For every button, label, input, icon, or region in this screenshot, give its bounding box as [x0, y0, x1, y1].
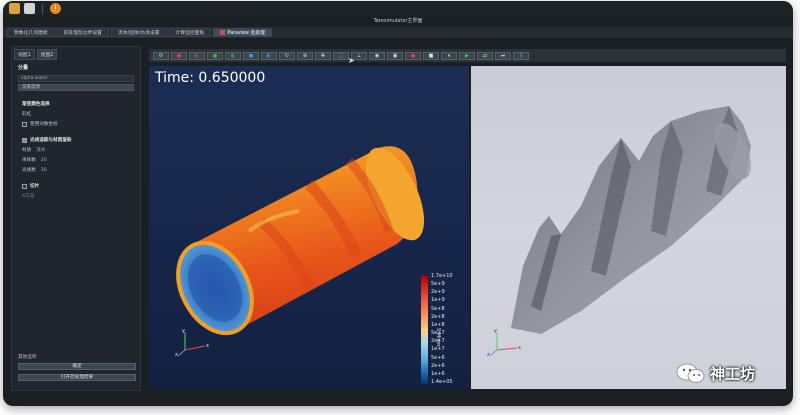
- slice-title: 切片: [30, 184, 40, 189]
- axis-x-label-right: x: [518, 345, 521, 351]
- record-icon[interactable]: ●: [405, 51, 421, 60]
- x-axis-view-icon[interactable]: ●: [171, 51, 187, 60]
- axis-y-label-right: y: [494, 328, 497, 334]
- info-icon[interactable]: !: [50, 3, 61, 14]
- z-neg-view-icon[interactable]: ◐: [261, 51, 277, 60]
- component-section-title: 分量: [18, 65, 29, 71]
- axis-y-label: y: [182, 328, 185, 334]
- stop-icon[interactable]: ■: [423, 51, 439, 60]
- rays-value[interactable]: 30: [41, 168, 47, 173]
- render-options-button[interactable]: 渲染选项: [18, 84, 134, 91]
- tab-paraview-label: Paraview 后处理: [227, 31, 265, 36]
- axes-gizmo-right: x y z: [487, 328, 521, 358]
- colorbar-tick: 5e+6: [431, 354, 445, 361]
- render-toolbar: ⟳ ● ◐ ● ◐ ● ◐ ↻ ⊕ ✥ ⬚ ⟂ ◉ ▣ ● ■ ⏸ ▶ ⇄ ⏭ …: [149, 49, 786, 62]
- samples-value[interactable]: 20: [41, 158, 47, 163]
- open-results-button[interactable]: 打开后处理结果: [18, 374, 136, 381]
- slice-checkbox[interactable]: [22, 183, 27, 189]
- tab-simulation-settings[interactable]: 流体/固体/仿真设置: [110, 28, 167, 37]
- y-neg-view-icon[interactable]: ◐: [225, 51, 241, 60]
- colorbar-tick: 5e+9: [431, 281, 445, 288]
- main-tab-bar: 参数化几何建模 前处理及边界设置 流体/固体/仿真设置 计算监控面板 Parav…: [3, 27, 793, 38]
- samples-label: 采样数: [22, 158, 36, 163]
- left-settings-panel: 视图1 视图2 分量 alpha.water 渲染选项 渐变颜色选择 彩虹 使用…: [11, 46, 141, 391]
- log-scale-label: 使用对数坐标: [30, 122, 58, 127]
- colorbar-tick: 2e+8: [431, 313, 445, 320]
- colorbar-tick: 1e+7: [431, 346, 445, 353]
- colorbar-tick: 1e+6: [431, 370, 445, 377]
- view2-tab[interactable]: 视图2: [36, 49, 58, 60]
- axes-gizmo: x y z: [175, 328, 209, 358]
- app-window: ! Taresimulator主界面 参数化几何建模 前处理及边界设置 流体/固…: [3, 1, 793, 406]
- toolbar-divider: [42, 3, 43, 14]
- watermark: 神工坊: [676, 362, 755, 384]
- colorbar-tick: 1.7e+10: [431, 273, 453, 279]
- material-row[interactable]: 材质 流水: [12, 145, 140, 155]
- next-frame-icon[interactable]: ⏭: [495, 51, 511, 60]
- colorbar: [421, 276, 428, 384]
- probe-icon[interactable]: ◉: [369, 51, 385, 60]
- variable-select[interactable]: alpha.water: [18, 75, 134, 82]
- y-axis-view-icon[interactable]: ●: [207, 51, 223, 60]
- mouse-cursor-icon: ➤: [348, 56, 355, 65]
- rotate-icon[interactable]: ↻: [279, 51, 295, 60]
- colorbar-tick: 2e+9: [431, 289, 445, 296]
- pause-icon[interactable]: ⏸: [441, 51, 457, 60]
- axis-z-label: z: [175, 352, 178, 358]
- samples-row[interactable]: 采样数 20: [12, 155, 140, 165]
- material-label: 材质: [22, 148, 32, 153]
- confirm-button[interactable]: 确定: [18, 363, 136, 370]
- x-neg-view-icon[interactable]: ◐: [189, 51, 205, 60]
- raytrace-row[interactable]: 光线追踪与材质渲染: [12, 135, 140, 145]
- axis-x-label: x: [206, 343, 209, 349]
- colorbar-tick: 1e+9: [431, 297, 445, 304]
- axis-z-label-right: z: [487, 352, 490, 358]
- window-title: Taresimulator主界面: [3, 16, 793, 27]
- raytrace-title: 光线追踪与材质渲染: [30, 138, 72, 143]
- view1-tab[interactable]: 视图1: [14, 49, 35, 60]
- material-value[interactable]: 流水: [36, 147, 45, 153]
- camera-icon[interactable]: ▣: [387, 51, 403, 60]
- log-scale-checkbox[interactable]: [22, 121, 27, 127]
- colorbar-title: S Mises: [435, 328, 441, 347]
- z-axis-view-icon[interactable]: ●: [243, 51, 259, 60]
- play-icon[interactable]: ▶: [459, 51, 475, 60]
- color-map-title: 渐变颜色选择: [22, 102, 50, 107]
- tab-monitor[interactable]: 计算监控面板: [168, 28, 212, 37]
- left-3d-viewport[interactable]: Time: 0.650000 1.7e+10 5e+9 2e+9 1e+9 5e…: [149, 66, 469, 389]
- folder-icon[interactable]: [9, 3, 20, 14]
- color-map-select[interactable]: 彩虹: [12, 109, 140, 119]
- select-icon[interactable]: ⬚: [333, 51, 349, 60]
- quick-access-toolbar: !: [3, 1, 793, 16]
- tab-preprocess[interactable]: 前处理及边界设置: [56, 28, 109, 37]
- zoom-icon[interactable]: ⊕: [297, 51, 313, 60]
- rays-row[interactable]: 光线数 30: [12, 165, 140, 175]
- tab-paraview[interactable]: Paraview 后处理: [213, 28, 272, 37]
- pan-icon[interactable]: ✥: [315, 51, 331, 60]
- right-3d-viewport[interactable]: x y z: [471, 66, 786, 389]
- export-icon[interactable]: ⇪: [513, 51, 529, 60]
- reset-view-icon[interactable]: ⟳: [153, 51, 169, 60]
- tab-geometry[interactable]: 参数化几何建模: [7, 28, 55, 37]
- raytrace-checkbox[interactable]: [22, 137, 27, 143]
- watermark-text: 神工坊: [710, 364, 756, 383]
- slice-row[interactable]: 切片: [12, 181, 140, 191]
- rays-label: 光线数: [22, 168, 36, 173]
- wechat-icon: [676, 363, 705, 383]
- other-options-label: 其他选项: [18, 355, 37, 360]
- loop-icon[interactable]: ⇄: [477, 51, 493, 60]
- colorbar-tick: 2e+6: [431, 362, 445, 369]
- paraview-icon: [220, 30, 226, 35]
- colorbar-tick: 5e+8: [431, 305, 445, 312]
- log-scale-row[interactable]: 使用对数坐标: [12, 119, 140, 129]
- save-icon[interactable]: [24, 3, 35, 14]
- slice-direction[interactable]: X方向: [12, 191, 140, 201]
- colorbar-tick: 1.4e+05: [431, 379, 453, 385]
